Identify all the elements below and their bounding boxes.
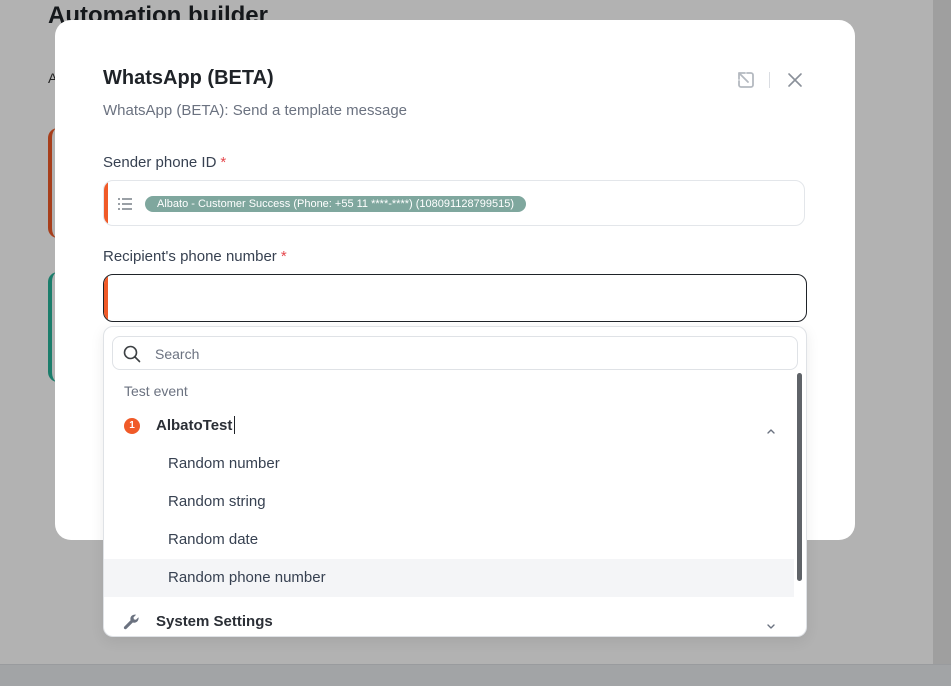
sender-value-chip[interactable]: Albato - Customer Success (Phone: +55 11…: [145, 196, 527, 212]
step-number-badge: 1: [124, 418, 140, 434]
sender-phone-id-field[interactable]: Albato - Customer Success (Phone: +55 11…: [103, 180, 805, 226]
list-item-highlighted[interactable]: Random phone number: [104, 559, 794, 597]
list-item[interactable]: Random number: [104, 445, 794, 483]
required-mark: *: [280, 248, 287, 265]
modal-title: WhatsApp (BETA): [103, 67, 274, 89]
list-item-label: Random number: [168, 455, 280, 472]
text-cursor: [234, 416, 235, 434]
group-albatotest[interactable]: 1 AlbatoTest: [104, 409, 794, 443]
list-item[interactable]: Random string: [104, 483, 794, 521]
recipient-phone-input[interactable]: [103, 274, 807, 322]
sender-phone-id-label: Sender phone ID *: [103, 154, 226, 171]
field-picker-dropdown: Test event 1 AlbatoTest Random number Ra…: [103, 326, 807, 637]
chevron-down-icon[interactable]: [766, 617, 776, 635]
field-accent-bar: [104, 275, 108, 321]
list-item-label: Random phone number: [168, 569, 326, 586]
list-icon: [118, 197, 132, 215]
recipient-phone-label: Recipient's phone number *: [103, 248, 287, 265]
search-box[interactable]: [112, 336, 798, 370]
group-system-settings[interactable]: System Settings: [104, 605, 794, 636]
modal-subtitle: WhatsApp (BETA): Send a template message: [103, 102, 408, 119]
sender-label-text: Sender phone ID: [103, 154, 217, 171]
group-name: System Settings: [156, 613, 273, 630]
search-icon: [123, 345, 141, 368]
close-icon[interactable]: [784, 69, 806, 91]
required-mark: *: [220, 154, 227, 171]
dropdown-scrollbar[interactable]: [797, 373, 802, 581]
header-divider: [769, 72, 770, 88]
list-item-label: Random date: [168, 531, 259, 548]
section-label-test-event: Test event: [124, 383, 188, 399]
list-item[interactable]: Random date: [104, 521, 794, 559]
search-input[interactable]: [153, 343, 777, 365]
list-item-label: Random string: [168, 493, 266, 510]
wrench-icon: [123, 613, 141, 636]
chevron-up-icon[interactable]: [766, 421, 776, 439]
recipient-label-text: Recipient's phone number: [103, 248, 277, 265]
field-accent-bar: [104, 181, 108, 225]
open-in-new-icon[interactable]: [735, 69, 757, 91]
group-name: AlbatoTest: [156, 417, 233, 434]
